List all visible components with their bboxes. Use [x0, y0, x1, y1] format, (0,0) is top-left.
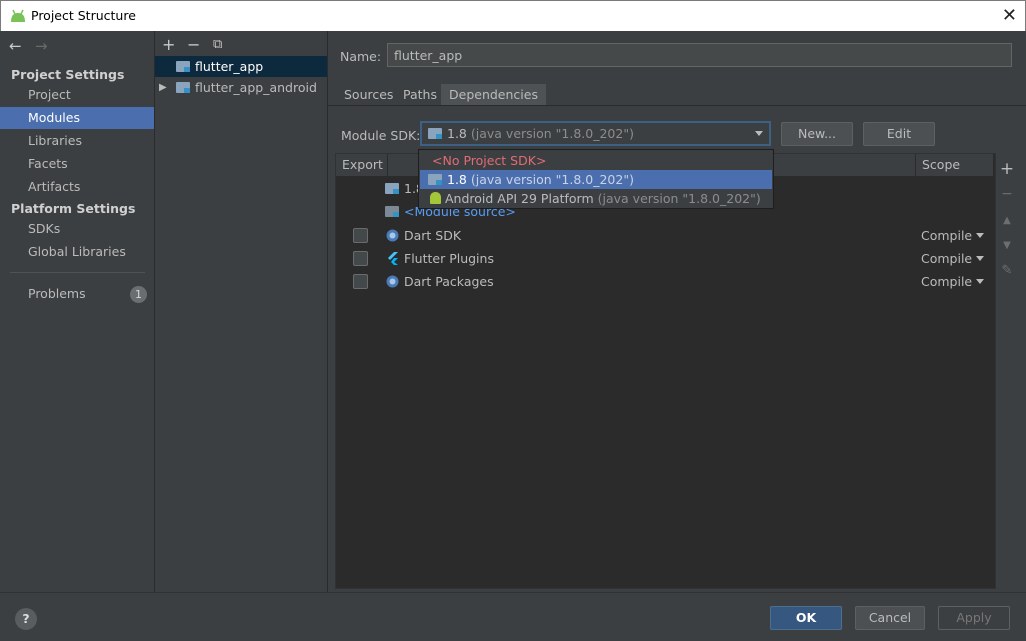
sdk-option-1-8[interactable]: 1.8 (java version "1.8.0_202") — [420, 170, 772, 189]
back-arrow-icon[interactable]: ← — [9, 37, 22, 55]
section-project-settings: Project Settings — [11, 67, 125, 82]
add-dependency-icon[interactable]: + — [998, 159, 1016, 179]
sdk-option-no-project-sdk[interactable]: <No Project SDK> — [420, 151, 772, 170]
module-label: flutter_app — [195, 59, 264, 74]
folder-icon — [385, 183, 399, 194]
module-list-panel: + − ⧉ flutter_app ▶ flutter_app_android — [155, 31, 328, 592]
android-icon — [430, 192, 441, 204]
sdk-value: 1.8 — [447, 126, 467, 141]
copy-module-icon[interactable]: ⧉ — [213, 37, 222, 52]
option-label: Android API 29 Platform — [445, 191, 594, 206]
export-checkbox[interactable] — [353, 228, 368, 243]
scope-value[interactable]: Compile — [921, 247, 972, 270]
flutter-icon — [388, 252, 398, 265]
sdk-option-android-api-29[interactable]: Android API 29 Platform (java version "1… — [420, 189, 772, 208]
move-up-icon[interactable]: ▲ — [998, 215, 1016, 226]
module-name-input[interactable] — [387, 43, 1012, 67]
chevron-down-icon[interactable] — [976, 279, 984, 284]
add-module-icon[interactable]: + — [162, 35, 175, 54]
remove-module-icon[interactable]: − — [187, 35, 200, 54]
nav-divider — [10, 272, 145, 273]
android-studio-icon — [11, 9, 25, 22]
move-down-icon[interactable]: ▼ — [998, 240, 1016, 251]
remove-dependency-icon[interactable]: − — [998, 186, 1016, 202]
module-sdk-label: Module SDK: — [341, 128, 421, 143]
sdk-dropdown-list: <No Project SDK> 1.8 (java version "1.8.… — [418, 149, 774, 209]
dart-icon — [386, 275, 399, 288]
nav-item-artifacts[interactable]: Artifacts — [0, 176, 154, 198]
option-label: 1.8 — [447, 172, 467, 187]
option-detail: (java version "1.8.0_202") — [470, 172, 634, 187]
problems-count-badge: 1 — [130, 286, 147, 303]
dart-icon — [386, 229, 399, 242]
folder-icon — [385, 206, 399, 217]
chevron-down-icon[interactable] — [976, 233, 984, 238]
module-sdk-combobox[interactable]: 1.8 (java version "1.8.0_202") — [420, 121, 771, 146]
tab-paths[interactable]: Paths — [395, 84, 445, 105]
name-label: Name: — [340, 49, 382, 64]
expand-arrow-icon[interactable]: ▶ — [159, 77, 167, 98]
chevron-down-icon — [755, 131, 763, 136]
row-label: Dart Packages — [404, 274, 494, 289]
ok-button[interactable]: OK — [770, 606, 842, 630]
apply-button[interactable]: Apply — [938, 606, 1010, 630]
settings-sidebar: ← → Project Settings Project Modules Lib… — [0, 31, 155, 592]
tab-sources[interactable]: Sources — [336, 84, 401, 105]
nav-item-sdks[interactable]: SDKs — [0, 218, 154, 240]
problems-label: Problems — [28, 286, 86, 301]
nav-item-libraries[interactable]: Libraries — [0, 130, 154, 152]
nav-item-facets[interactable]: Facets — [0, 153, 154, 175]
table-row[interactable]: Dart Packages Compile — [336, 270, 993, 293]
module-folder-icon — [176, 61, 190, 72]
row-label: Dart SDK — [404, 228, 462, 243]
module-folder-icon — [176, 82, 190, 93]
export-checkbox[interactable] — [353, 274, 368, 289]
column-scope[interactable]: Scope — [915, 154, 1000, 176]
sdk-folder-icon — [428, 128, 442, 139]
table-row[interactable]: Flutter Plugins Compile — [336, 247, 993, 270]
column-export[interactable]: Export — [336, 154, 388, 176]
nav-item-modules[interactable]: Modules — [0, 107, 154, 129]
module-label: flutter_app_android — [195, 80, 317, 95]
sdk-detail: (java version "1.8.0_202") — [470, 126, 634, 141]
module-tabs: Sources Paths Dependencies — [328, 81, 1026, 106]
window-title: Project Structure — [31, 8, 136, 23]
module-settings-panel: Name: Sources Paths Dependencies Module … — [328, 31, 1026, 592]
table-row[interactable]: Dart SDK Compile — [336, 224, 993, 247]
dependencies-table: Export Scope 1.8 <Module source> Dart SD… — [335, 153, 996, 589]
window-title-bar: Project Structure ✕ — [0, 0, 1026, 31]
module-item-flutter-app-android[interactable]: ▶ flutter_app_android — [155, 77, 327, 98]
module-item-flutter-app[interactable]: flutter_app — [155, 56, 327, 77]
nav-item-global-libraries[interactable]: Global Libraries — [0, 241, 154, 263]
close-icon[interactable]: ✕ — [1002, 5, 1017, 26]
edit-sdk-button[interactable]: Edit — [863, 122, 935, 146]
new-sdk-button[interactable]: New... — [781, 122, 853, 146]
help-icon[interactable]: ? — [15, 608, 37, 630]
scope-value[interactable]: Compile — [921, 224, 972, 247]
tab-dependencies[interactable]: Dependencies — [441, 84, 546, 105]
edit-dependency-icon[interactable]: ✎ — [998, 263, 1016, 278]
row-label: Flutter Plugins — [404, 251, 494, 266]
nav-item-project[interactable]: Project — [0, 84, 154, 106]
sdk-folder-icon — [428, 174, 442, 185]
option-detail: (java version "1.8.0_202") — [597, 191, 761, 206]
dialog-footer: ? OK Cancel Apply — [0, 592, 1026, 641]
export-checkbox[interactable] — [353, 251, 368, 266]
option-label: <No Project SDK> — [432, 153, 547, 168]
cancel-button[interactable]: Cancel — [855, 606, 925, 630]
forward-arrow-icon[interactable]: → — [35, 37, 48, 55]
chevron-down-icon[interactable] — [976, 256, 984, 261]
section-platform-settings: Platform Settings — [11, 201, 136, 216]
scope-value[interactable]: Compile — [921, 270, 972, 293]
